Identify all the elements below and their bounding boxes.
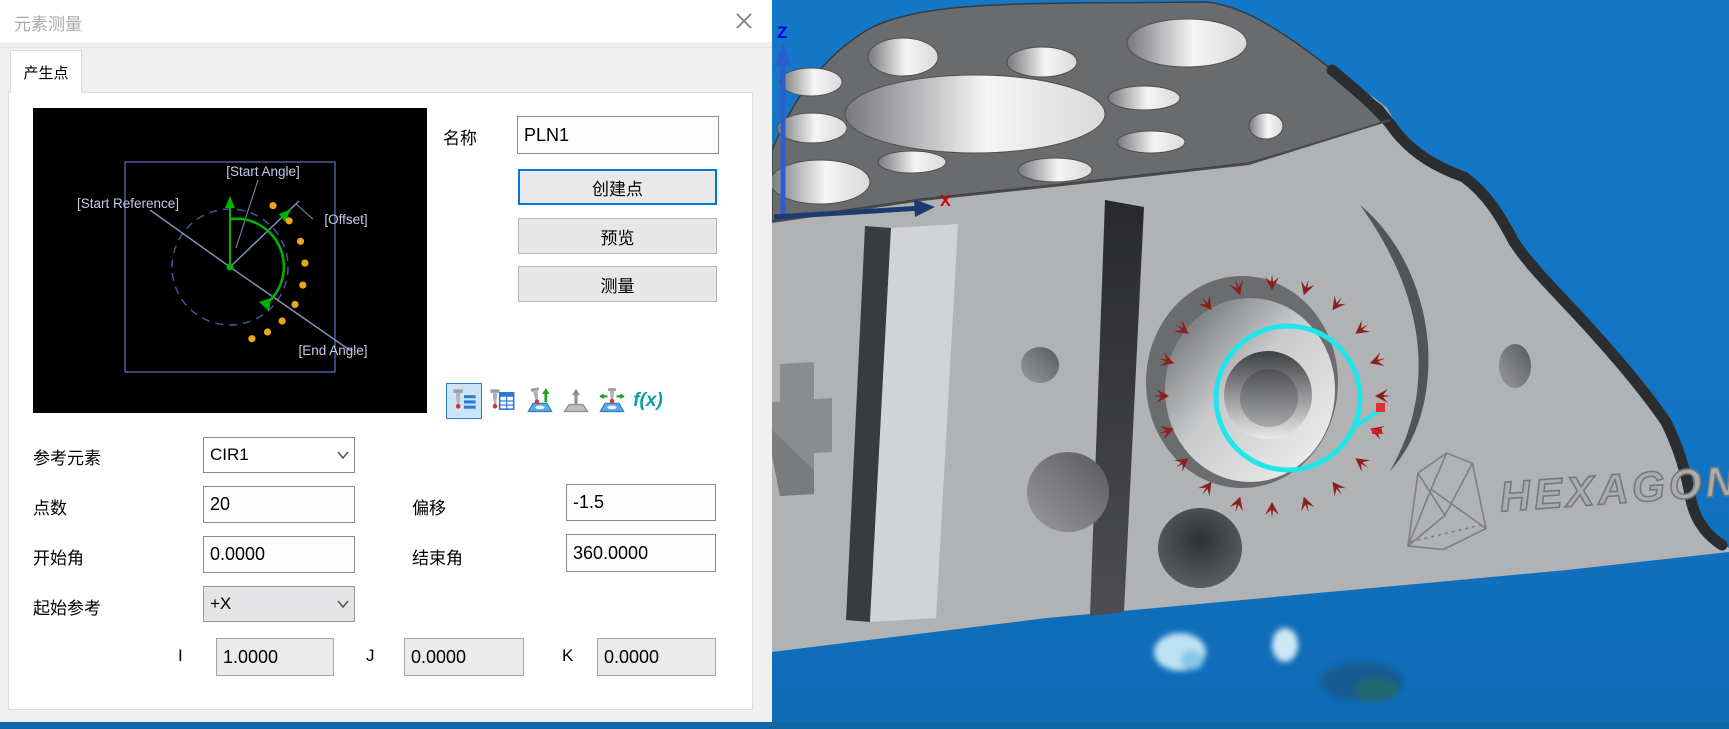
- probe-point-list-icon[interactable]: [446, 383, 482, 419]
- chevron-down-icon: [332, 600, 354, 608]
- measure-surface-offset-icon[interactable]: [594, 383, 630, 419]
- surface-arrow-disabled-icon[interactable]: [558, 383, 594, 419]
- points-count-label: 点数: [33, 494, 67, 519]
- start-reference-combo[interactable]: +X: [203, 586, 355, 622]
- j-label: J: [366, 646, 375, 666]
- front-hole-small: [1021, 347, 1059, 383]
- j-input[interactable]: [404, 638, 524, 676]
- cad-3d-viewport[interactable]: HEXAGON Z X: [772, 0, 1729, 722]
- reference-element-label: 参考元素: [33, 444, 101, 469]
- offset-label: 偏移: [412, 494, 446, 519]
- fx-glyph: f(x): [633, 390, 663, 412]
- i-input[interactable]: [216, 638, 334, 676]
- reference-element-combo[interactable]: CIR1: [203, 437, 355, 473]
- element-measure-dialog: 元素测量 产生点: [0, 0, 772, 722]
- diagram-label-start-reference: [Start Reference]: [77, 196, 179, 211]
- diagram-label-start-angle: [Start Angle]: [226, 164, 300, 179]
- axis-x-label: X: [940, 193, 951, 210]
- reference-element-value: CIR1: [204, 445, 332, 465]
- end-angle-input[interactable]: [566, 534, 716, 572]
- start-reference-value: +X: [204, 594, 332, 614]
- diagram-label-end-angle: [End Angle]: [298, 343, 367, 358]
- measure-button[interactable]: 测量: [518, 266, 717, 302]
- dialog-title: 元素测量: [14, 10, 82, 35]
- start-angle-label: 开始角: [33, 544, 84, 569]
- start-reference-label: 起始参考: [33, 594, 101, 619]
- right-small-hole: [1499, 344, 1531, 388]
- points-count-input[interactable]: [203, 486, 355, 523]
- measure-surface-up-icon[interactable]: [522, 383, 558, 419]
- application-window: 元素测量 产生点: [0, 0, 1729, 729]
- start-angle-input[interactable]: [203, 536, 355, 573]
- create-points-button[interactable]: 创建点: [518, 169, 717, 205]
- k-label: K: [562, 646, 573, 666]
- name-input[interactable]: [517, 116, 719, 154]
- k-input[interactable]: [597, 638, 716, 676]
- bottom-hole: [1158, 508, 1242, 588]
- name-label: 名称: [443, 124, 477, 149]
- probe-point-table-icon[interactable]: [484, 383, 520, 419]
- window-bottom-edge: [0, 722, 1729, 729]
- dialog-titlebar[interactable]: 元素测量: [0, 0, 772, 42]
- divider: [0, 47, 772, 48]
- preview-button[interactable]: 预览: [518, 218, 717, 254]
- generation-preview-diagram: [Start Angle] [Start Reference] [Offset]…: [33, 108, 427, 413]
- tab-generate-points[interactable]: 产生点: [10, 50, 82, 93]
- axis-z-label: Z: [777, 23, 787, 42]
- offset-input[interactable]: [566, 484, 716, 521]
- close-icon[interactable]: [729, 6, 759, 36]
- function-fx-icon[interactable]: f(x): [630, 383, 666, 419]
- front-hole-large: [1027, 452, 1109, 532]
- i-label: I: [178, 646, 183, 666]
- end-angle-label: 结束角: [412, 544, 463, 569]
- diagram-label-offset: [Offset]: [324, 212, 367, 227]
- chevron-down-icon: [332, 451, 354, 459]
